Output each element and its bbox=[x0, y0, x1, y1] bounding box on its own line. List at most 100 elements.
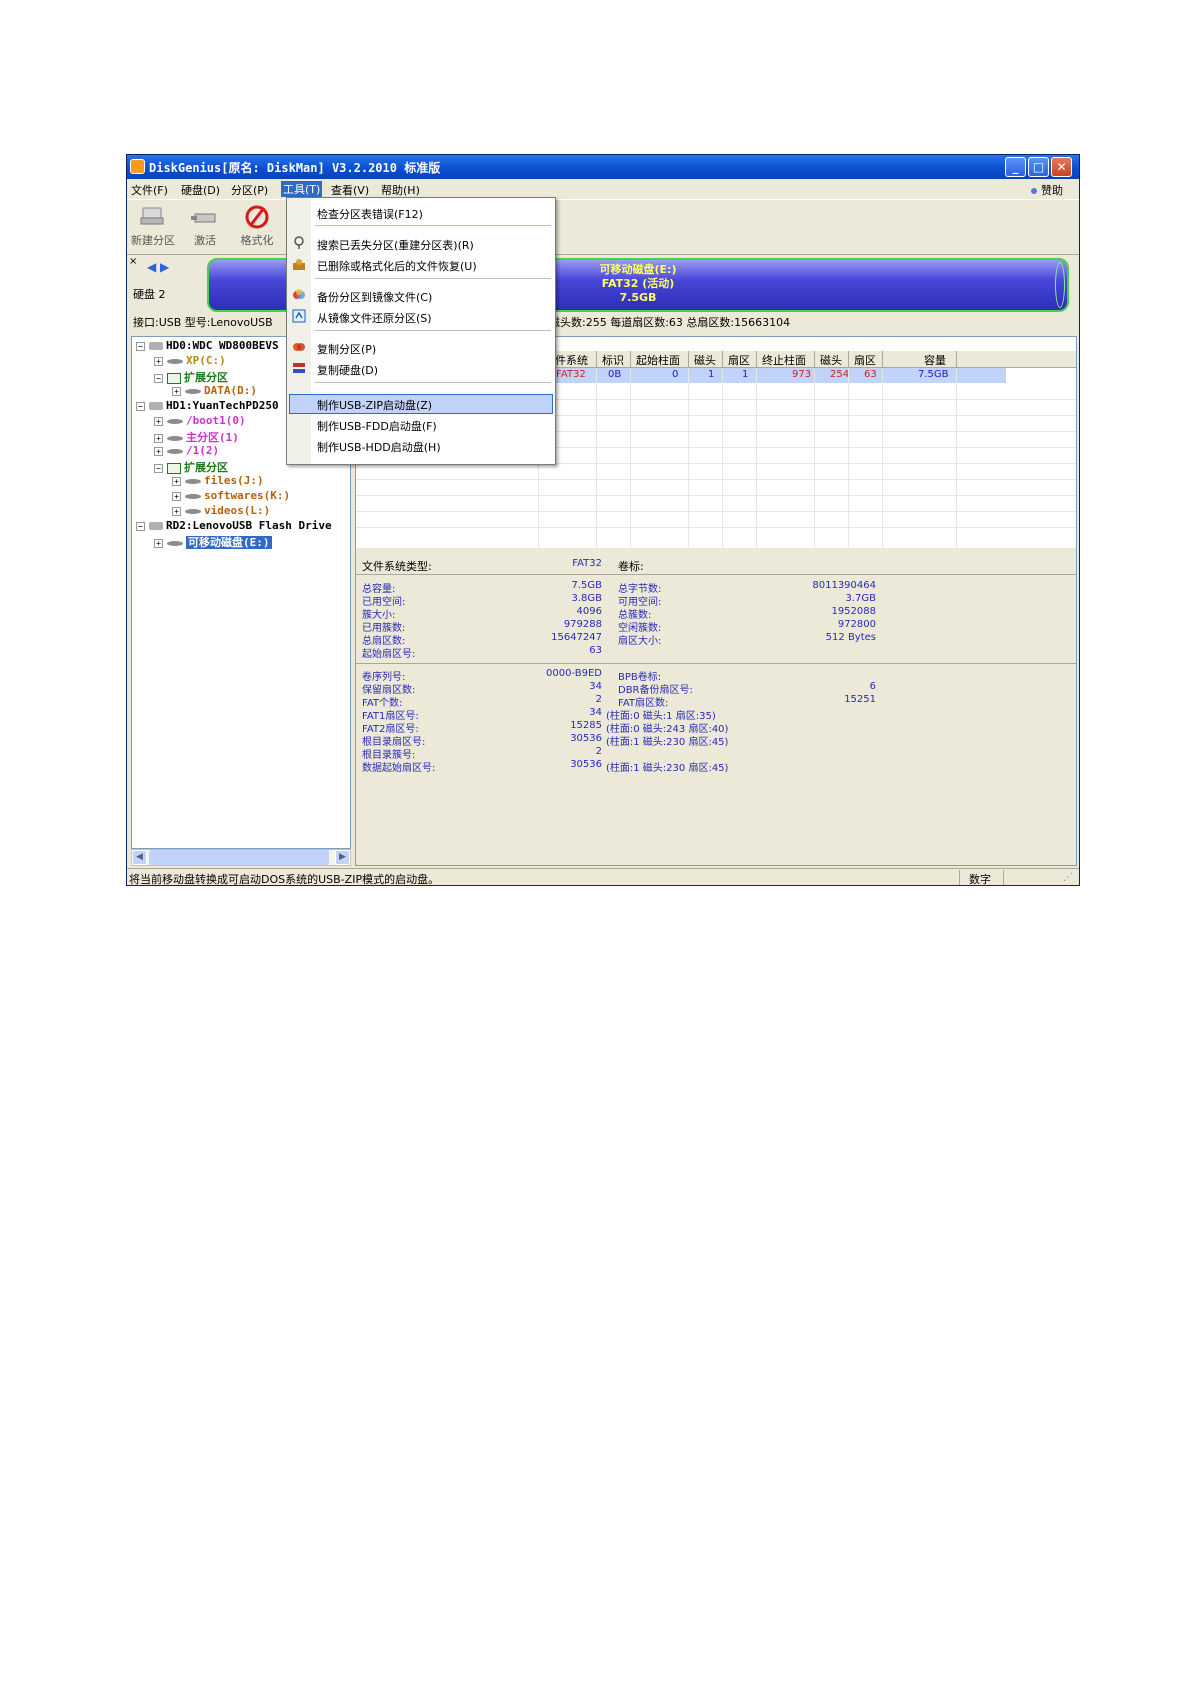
restore-image-icon bbox=[292, 309, 306, 323]
menu-view[interactable]: 查看(V) bbox=[331, 182, 369, 198]
disk-nav-arrows[interactable]: ◀ ▶ bbox=[147, 260, 169, 274]
title-bar[interactable]: DiskGenius[原名: DiskMan] V3.2.2010 标准版 _ … bbox=[127, 155, 1079, 179]
col-start-cyl[interactable]: 起始柱面 bbox=[636, 352, 680, 368]
tree-files[interactable]: + files(J:) bbox=[172, 474, 264, 487]
menu-item-usb-fdd[interactable]: 制作USB-FDD启动盘(F) bbox=[317, 418, 437, 434]
menu-item-usb-zip[interactable]: 制作USB-ZIP启动盘(Z) bbox=[317, 397, 432, 413]
tree-slash1[interactable]: + /1(2) bbox=[154, 444, 219, 457]
menu-item-usb-hdd[interactable]: 制作USB-HDD启动盘(H) bbox=[317, 439, 441, 455]
detail-value: 3.7GB bbox=[845, 593, 876, 604]
tree-main[interactable]: + 主分区(1) bbox=[154, 429, 239, 445]
tree-ext1[interactable]: − 扩展分区 bbox=[154, 459, 228, 475]
scroll-thumb[interactable] bbox=[149, 850, 329, 865]
col-end-cyl[interactable]: 终止柱面 bbox=[762, 352, 806, 368]
grid-line bbox=[356, 479, 1076, 480]
col-end-head[interactable]: 磁头 bbox=[820, 352, 842, 368]
col-id[interactable]: 标识 bbox=[602, 352, 624, 368]
tree-ext0[interactable]: − 扩展分区 bbox=[154, 369, 228, 385]
expand-icon[interactable]: + bbox=[172, 476, 181, 486]
tree-boot1-label: /boot1(0) bbox=[186, 414, 246, 427]
menu-tools[interactable]: 工具(T) bbox=[281, 181, 323, 197]
menu-separator bbox=[315, 330, 551, 331]
partition-icon bbox=[167, 435, 183, 441]
detail-value: 15647247 bbox=[551, 632, 602, 643]
window-title: DiskGenius[原名: DiskMan] V3.2.2010 标准版 bbox=[149, 161, 441, 175]
close-pane-icon[interactable]: × bbox=[129, 256, 137, 267]
backup-image-icon bbox=[293, 289, 305, 299]
format-label: 格式化 bbox=[240, 234, 274, 247]
sponsor-label: 赞助 bbox=[1041, 184, 1063, 197]
expand-icon[interactable]: + bbox=[172, 386, 181, 396]
expand-icon[interactable]: + bbox=[154, 416, 163, 426]
detail-label: 数据起始扇区号: bbox=[362, 763, 436, 774]
expand-icon[interactable]: + bbox=[172, 506, 181, 516]
maximize-button[interactable]: □ bbox=[1028, 157, 1049, 177]
menu-item-backup-partition[interactable]: 备份分区到镜像文件(C) bbox=[317, 289, 432, 305]
close-button[interactable]: ✕ bbox=[1051, 157, 1072, 177]
menu-item-recover-files[interactable]: 已删除或格式化后的文件恢复(U) bbox=[317, 258, 477, 274]
disk-info-right: 磁头数:255 每道扇区数:63 总扇区数:15663104 bbox=[549, 316, 791, 329]
expand-icon[interactable]: + bbox=[154, 433, 163, 443]
collapse-icon[interactable]: − bbox=[154, 463, 163, 473]
detail-label: 扇区大小: bbox=[618, 636, 662, 647]
disk-label: 硬盘 2 bbox=[133, 288, 166, 301]
status-divider bbox=[1003, 870, 1004, 885]
menu-item-copy-partition[interactable]: 复制分区(P) bbox=[317, 341, 376, 357]
collapse-icon[interactable]: − bbox=[154, 373, 163, 383]
collapse-icon[interactable]: − bbox=[136, 341, 145, 351]
minimize-button[interactable]: _ bbox=[1005, 157, 1026, 177]
scroll-right-icon[interactable]: ▶ bbox=[335, 850, 350, 865]
menu-file[interactable]: 文件(F) bbox=[131, 182, 168, 198]
cell-filesystem: FAT32 bbox=[556, 369, 586, 380]
detail-value: 2 bbox=[595, 746, 602, 757]
tree-horizontal-scrollbar[interactable]: ◀ ▶ bbox=[131, 849, 351, 866]
tree-boot1[interactable]: + /boot1(0) bbox=[154, 414, 246, 427]
menu-partition[interactable]: 分区(P) bbox=[231, 182, 268, 198]
tree-hd1[interactable]: − HD1:YuanTechPD250 bbox=[136, 399, 279, 412]
copy-partition-icon bbox=[293, 343, 305, 351]
tree-files-label: files(J:) bbox=[204, 474, 264, 487]
expand-icon[interactable]: + bbox=[154, 538, 163, 548]
expand-icon[interactable]: + bbox=[172, 491, 181, 501]
col-capacity[interactable]: 容量 bbox=[924, 352, 946, 368]
menu-disk[interactable]: 硬盘(D) bbox=[181, 182, 220, 198]
collapse-icon[interactable]: − bbox=[136, 401, 145, 411]
partition-icon bbox=[185, 493, 201, 499]
sponsor-link[interactable]: 赞助 bbox=[1031, 182, 1063, 198]
menu-help[interactable]: 帮助(H) bbox=[381, 182, 420, 198]
status-bar: 将当前移动盘转换成可启动DOS系统的USB-ZIP模式的启动盘。 数字 ⋰ bbox=[127, 868, 1079, 885]
col-head[interactable]: 磁头 bbox=[694, 352, 716, 368]
tree-videos[interactable]: + videos(L:) bbox=[172, 504, 270, 517]
fs-type-label: 文件系统类型: bbox=[362, 560, 432, 573]
cell-sector: 1 bbox=[742, 369, 749, 380]
cell-end-cyl: 973 bbox=[792, 369, 812, 380]
expand-icon[interactable]: + bbox=[154, 356, 163, 366]
menu-item-restore-partition[interactable]: 从镜像文件还原分区(S) bbox=[317, 310, 432, 326]
detail-value: 34 bbox=[589, 681, 602, 692]
collapse-icon[interactable]: − bbox=[136, 521, 145, 531]
volume-label: 卷标: bbox=[618, 560, 644, 573]
tree-data[interactable]: + DATA(D:) bbox=[172, 384, 257, 397]
activate-button[interactable]: 激活 bbox=[179, 204, 231, 248]
menu-item-search-lost-partition[interactable]: 搜索已丢失分区(重建分区表)(R) bbox=[317, 237, 474, 253]
tree-rd2[interactable]: − RD2:LenovoUSB Flash Drive bbox=[136, 519, 332, 532]
menu-item-copy-disk[interactable]: 复制硬盘(D) bbox=[317, 362, 378, 378]
tree-ext1-label: 扩展分区 bbox=[184, 461, 228, 474]
tree-hd0[interactable]: − HD0:WDC WD800BEVS bbox=[136, 339, 279, 352]
tree-xp[interactable]: + XP(C:) bbox=[154, 354, 226, 367]
format-button[interactable]: 格式化 bbox=[231, 204, 283, 248]
grid-line bbox=[882, 368, 883, 548]
minimize-icon: _ bbox=[1012, 160, 1019, 174]
tree-data-label: DATA(D:) bbox=[204, 384, 257, 397]
tree-softwares[interactable]: + softwares(K:) bbox=[172, 489, 290, 502]
col-sector[interactable]: 扇区 bbox=[728, 352, 750, 368]
new-partition-button[interactable]: 新建分区 bbox=[127, 204, 179, 248]
grid-line bbox=[756, 368, 757, 548]
scroll-left-icon[interactable]: ◀ bbox=[132, 850, 147, 865]
tree-xp-label: XP(C:) bbox=[186, 354, 226, 367]
menu-item-check-partition[interactable]: 检查分区表错误(F12) bbox=[317, 206, 423, 222]
resize-grip-icon[interactable]: ⋰ bbox=[1063, 872, 1073, 883]
tree-removable[interactable]: + 可移动磁盘(E:) bbox=[154, 534, 272, 550]
col-end-sector[interactable]: 扇区 bbox=[854, 352, 876, 368]
expand-icon[interactable]: + bbox=[154, 446, 163, 456]
